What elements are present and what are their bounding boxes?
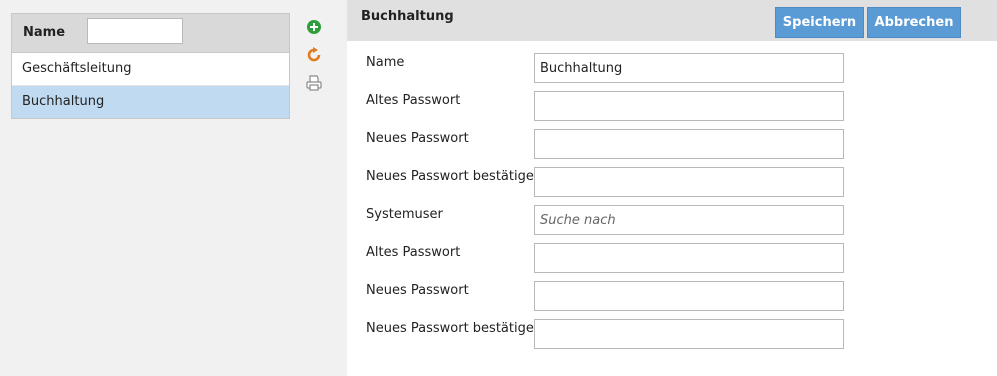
save-button[interactable]: Speichern <box>775 7 864 38</box>
form-header: Buchhaltung Speichern Abbrechen <box>347 0 997 41</box>
confirm-password-2-label: Neues Passwort bestätigen <box>366 321 543 336</box>
name-field[interactable] <box>534 53 844 83</box>
field-row-new-password-2: Neues Passwort <box>347 281 997 311</box>
confirm-password-label: Neues Passwort bestätigen <box>366 169 543 184</box>
list-item-geschaeftsleitung[interactable]: Geschäftsleitung <box>12 53 289 86</box>
new-password-label: Neues Passwort <box>366 131 469 146</box>
refresh-icon[interactable] <box>305 46 323 64</box>
confirm-password-2-field[interactable] <box>534 319 844 349</box>
new-password-2-field[interactable] <box>534 281 844 311</box>
printer-icon[interactable] <box>305 74 323 92</box>
list-header: Name <box>12 14 289 53</box>
old-password-label: Altes Passwort <box>366 93 461 108</box>
field-row-old-password: Altes Passwort <box>347 91 997 121</box>
list-toolbar <box>305 18 325 102</box>
field-row-confirm-password: Neues Passwort bestätigen <box>347 167 997 197</box>
name-column-header: Name <box>23 25 66 40</box>
new-password-2-label: Neues Passwort <box>366 283 469 298</box>
plus-circle-icon[interactable] <box>305 18 323 36</box>
form-title: Buchhaltung <box>361 9 454 24</box>
name-label: Name <box>366 55 405 70</box>
old-password-2-field[interactable] <box>534 243 844 273</box>
confirm-password-field[interactable] <box>534 167 844 197</box>
field-row-new-password: Neues Passwort <box>347 129 997 159</box>
new-password-field[interactable] <box>534 129 844 159</box>
cancel-button[interactable]: Abbrechen <box>867 7 961 38</box>
old-password-field[interactable] <box>534 91 844 121</box>
detail-form: Buchhaltung Speichern Abbrechen Name Alt… <box>347 0 997 376</box>
field-row-confirm-password-2: Neues Passwort bestätigen <box>347 319 997 349</box>
field-row-systemuser: Systemuser <box>347 205 997 235</box>
field-row-name: Name <box>347 53 997 83</box>
group-list: Name Geschäftsleitung Buchhaltung <box>11 13 290 119</box>
list-item-buchhaltung[interactable]: Buchhaltung <box>12 86 289 118</box>
name-filter-input[interactable] <box>87 18 183 44</box>
field-row-old-password-2: Altes Passwort <box>347 243 997 273</box>
systemuser-search-input[interactable] <box>534 205 844 235</box>
old-password-2-label: Altes Passwort <box>366 245 461 260</box>
systemuser-label: Systemuser <box>366 207 443 222</box>
